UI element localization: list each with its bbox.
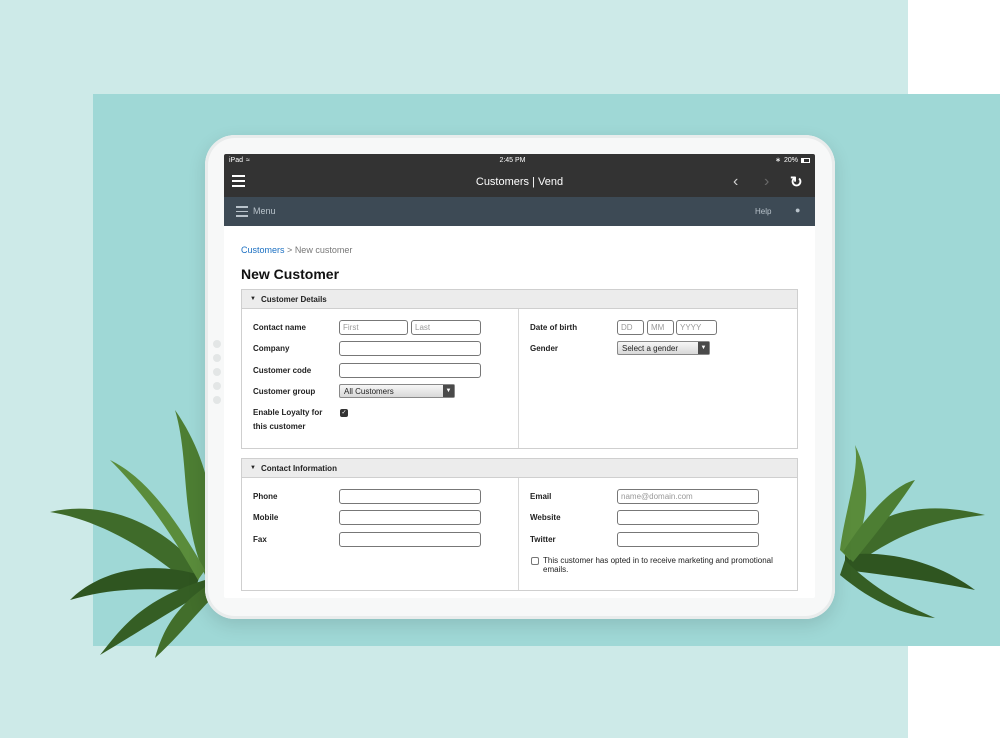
- phone-input[interactable]: [339, 489, 481, 504]
- dob-month-input[interactable]: MM: [647, 320, 674, 335]
- gender-label: Gender: [530, 344, 559, 353]
- forward-arrow-icon[interactable]: ›: [764, 173, 769, 191]
- gender-value: Select a gender: [622, 344, 679, 353]
- email-label: Email: [530, 492, 552, 501]
- status-time: 2:45 PM: [499, 156, 526, 164]
- dob-day-input[interactable]: DD: [617, 320, 644, 335]
- breadcrumb-customers-link[interactable]: Customers: [241, 245, 285, 255]
- battery-percent: 20%: [783, 156, 798, 164]
- marketing-optin-checkbox[interactable]: [531, 557, 539, 565]
- caret-down-icon: ▼: [250, 296, 256, 302]
- mobile-label: Mobile: [253, 513, 279, 522]
- reload-icon[interactable]: ↻: [790, 173, 803, 191]
- bluetooth-icon: ∗: [775, 157, 781, 164]
- breadcrumb: Customers > New customer: [241, 245, 798, 257]
- first-name-input[interactable]: First: [339, 320, 408, 335]
- loyalty-label-line2: this customer: [253, 422, 306, 431]
- contact-information-heading: Contact Information: [260, 463, 337, 473]
- customer-details-header[interactable]: ▼ Customer Details: [242, 290, 797, 309]
- customer-details-panel: ▼ Customer Details Contact name First La…: [241, 289, 798, 449]
- breadcrumb-separator: >: [287, 245, 293, 255]
- date-of-birth-label: Date of birth: [530, 323, 578, 332]
- twitter-input[interactable]: [617, 532, 759, 547]
- website-label: Website: [530, 513, 561, 522]
- dob-year-input[interactable]: YYYY: [676, 320, 717, 335]
- mobile-input[interactable]: [339, 510, 481, 525]
- menu-bar: Menu Help ●: [224, 197, 815, 226]
- contact-information-header[interactable]: ▼ Contact Information: [242, 459, 797, 478]
- contact-information-panel: ▼ Contact Information Phone Mobile Fax E…: [241, 458, 798, 591]
- menu-icon[interactable]: [236, 206, 248, 220]
- twitter-label: Twitter: [530, 535, 556, 544]
- customer-group-label: Customer group: [253, 387, 316, 396]
- last-name-input[interactable]: Last: [411, 320, 481, 335]
- fax-input[interactable]: [339, 532, 481, 547]
- chevron-down-icon: ▼: [443, 385, 454, 397]
- tablet-side-buttons: [213, 340, 223, 410]
- status-bar: iPad ≈ 2:45 PM ∗ 20%: [224, 154, 815, 166]
- page-title: New Customer: [241, 266, 340, 282]
- company-label: Company: [253, 344, 290, 353]
- customer-group-select[interactable]: All Customers ▼: [339, 384, 455, 398]
- page-content: Customers > New customer New Customer ▼ …: [224, 245, 815, 591]
- email-input[interactable]: name@domain.com: [617, 489, 759, 504]
- caret-down-icon: ▼: [250, 465, 256, 471]
- plant-right-decoration: [840, 445, 985, 618]
- breadcrumb-current: New customer: [294, 245, 353, 255]
- menu-button[interactable]: Menu: [253, 206, 276, 216]
- battery-icon: [800, 157, 810, 163]
- wifi-icon: ≈: [246, 156, 250, 164]
- help-link[interactable]: Help: [755, 207, 771, 216]
- tablet-screen: iPad ≈ 2:45 PM ∗ 20% Customers | Vend ‹ …: [224, 154, 815, 598]
- phone-label: Phone: [253, 492, 278, 501]
- company-input[interactable]: [339, 341, 481, 356]
- customer-details-heading: Customer Details: [260, 294, 327, 304]
- bell-icon[interactable]: ●: [795, 205, 800, 215]
- contact-name-label: Contact name: [253, 323, 306, 332]
- chevron-down-icon: ▼: [698, 342, 709, 354]
- hamburger-icon[interactable]: [232, 175, 245, 190]
- customer-code-input[interactable]: [339, 363, 481, 378]
- app-navbar: Customers | Vend ‹ › ↻: [224, 166, 815, 197]
- back-arrow-icon[interactable]: ‹: [733, 173, 738, 191]
- device-label: iPad: [229, 156, 244, 164]
- navbar-title: Customers | Vend: [475, 175, 564, 188]
- website-input[interactable]: [617, 510, 759, 525]
- loyalty-label-line1: Enable Loyalty for: [253, 408, 323, 417]
- customer-group-value: All Customers: [344, 387, 394, 396]
- fax-label: Fax: [253, 535, 267, 544]
- customer-code-label: Customer code: [253, 366, 312, 375]
- loyalty-checkbox[interactable]: ✓: [340, 409, 348, 417]
- marketing-optin-label: This customer has opted in to receive ma…: [543, 556, 773, 574]
- gender-select[interactable]: Select a gender ▼: [617, 341, 710, 355]
